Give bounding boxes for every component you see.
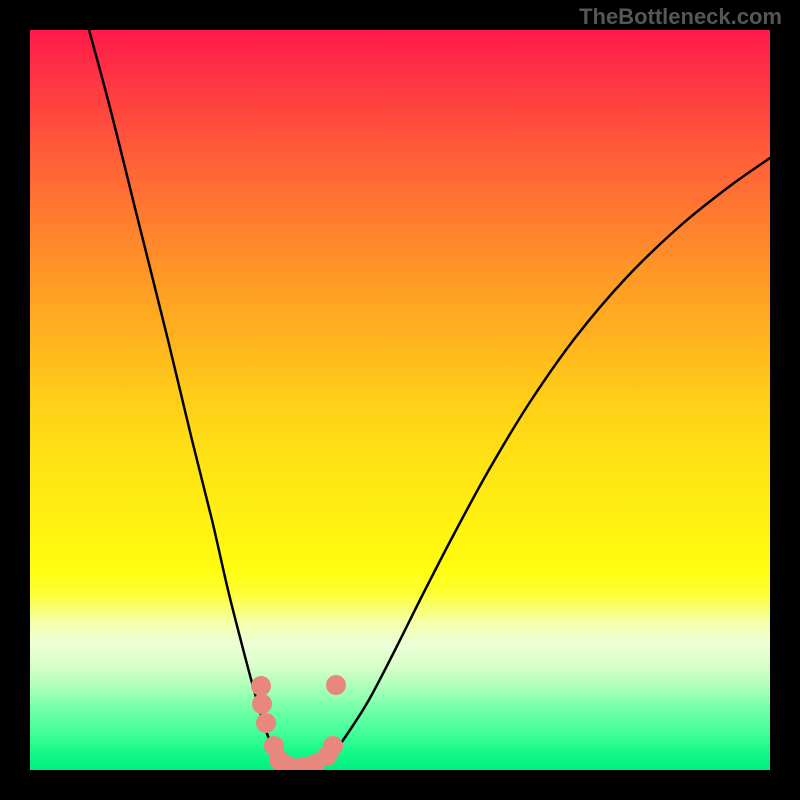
data-marker bbox=[251, 676, 271, 696]
data-marker bbox=[326, 675, 346, 695]
plot-area bbox=[30, 30, 770, 770]
watermark-text: TheBottleneck.com bbox=[579, 4, 782, 30]
chart-svg bbox=[30, 30, 770, 770]
data-marker bbox=[252, 694, 272, 714]
data-marker bbox=[256, 713, 276, 733]
marker-group bbox=[251, 675, 346, 770]
data-marker bbox=[323, 736, 343, 756]
bottleneck-curve bbox=[78, 30, 770, 770]
chart-frame: TheBottleneck.com bbox=[0, 0, 800, 800]
